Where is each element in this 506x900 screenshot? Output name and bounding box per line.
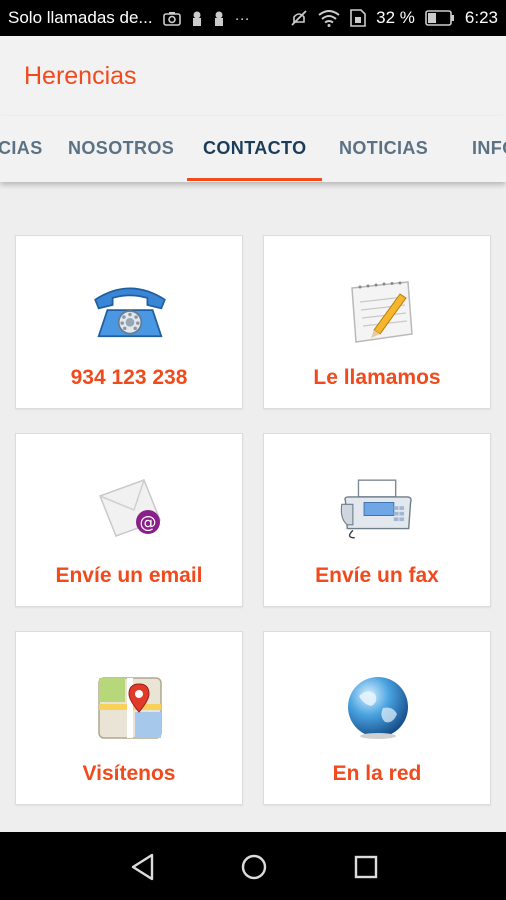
tab-info[interactable]: INFO xyxy=(472,138,506,159)
battery-percent: 32 % xyxy=(376,8,415,27)
card-fax[interactable]: Envíe un fax xyxy=(263,433,491,607)
lock-icon xyxy=(213,10,225,26)
tab-nosotros[interactable]: NOSOTROS xyxy=(68,138,174,159)
email-envelope-icon: @ xyxy=(90,474,170,544)
card-visit[interactable]: Visítenos xyxy=(15,631,243,805)
back-icon[interactable] xyxy=(126,850,160,884)
home-icon[interactable] xyxy=(237,850,271,884)
card-label: Envíe un email xyxy=(55,564,203,587)
fax-machine-icon xyxy=(338,474,418,544)
tab-indicator xyxy=(187,178,322,181)
lock-icon xyxy=(191,10,203,26)
more-icon: ··· xyxy=(234,9,250,27)
status-bar: Solo llamadas de... ··· 32 % 6:23 xyxy=(0,0,506,36)
notepad-pencil-icon xyxy=(338,276,418,346)
card-label: En la red xyxy=(332,762,422,785)
card-phone[interactable]: 934 123 238 xyxy=(15,235,243,409)
app-title: Herencias xyxy=(24,62,137,90)
card-label: Le llamamos xyxy=(313,366,441,389)
camera-icon xyxy=(162,11,181,26)
tab-contacto[interactable]: CONTACTO xyxy=(203,138,307,159)
app-bar: Herencias xyxy=(0,36,506,116)
notification-text: Solo llamadas de... xyxy=(8,8,153,27)
tab-noticias[interactable]: NOTICIAS xyxy=(339,138,428,159)
card-label: Envíe un fax xyxy=(315,564,439,587)
svg-text:@: @ xyxy=(140,513,157,533)
mute-icon xyxy=(290,9,308,27)
card-label: Visítenos xyxy=(82,762,176,785)
telephone-icon xyxy=(90,276,170,346)
battery-icon xyxy=(425,10,455,26)
card-label: 934 123 238 xyxy=(70,366,188,389)
tab-bar: CIAS NOSOTROS CONTACTO NOTICIAS INFO xyxy=(0,116,506,182)
map-pin-icon xyxy=(90,672,170,742)
tab-cias[interactable]: CIAS xyxy=(0,138,43,159)
card-email[interactable]: @ Envíe un email xyxy=(15,433,243,607)
wifi-icon xyxy=(318,9,340,27)
card-callback[interactable]: Le llamamos xyxy=(263,235,491,409)
sim-icon xyxy=(350,9,366,27)
clock: 6:23 xyxy=(464,8,498,27)
card-web[interactable]: En la red xyxy=(263,631,491,805)
navigation-bar xyxy=(0,832,506,900)
recents-icon[interactable] xyxy=(349,850,383,884)
globe-icon xyxy=(338,672,418,742)
